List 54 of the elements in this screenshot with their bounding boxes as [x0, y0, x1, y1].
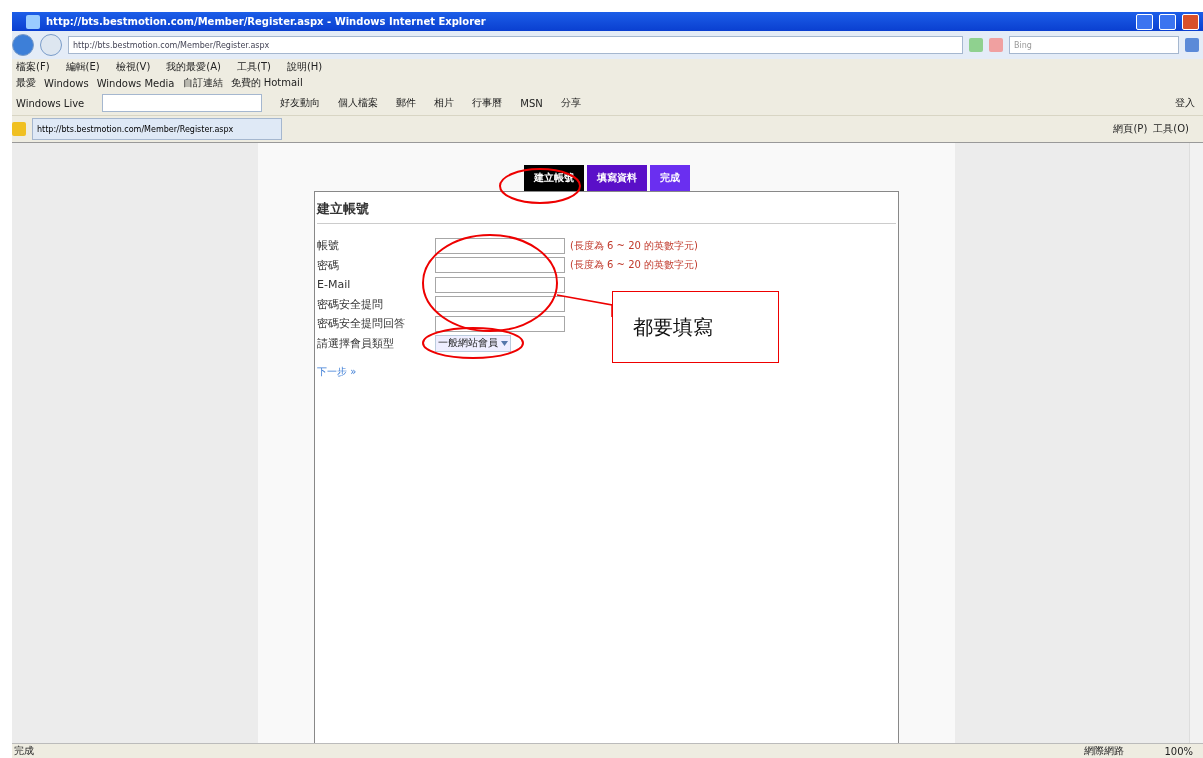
forward-button[interactable]	[40, 34, 62, 56]
menu-item[interactable]: 編輯(E)	[65, 60, 100, 74]
browser-tab[interactable]: http://bts.bestmotion.com/Member/Register.aspx	[32, 118, 282, 140]
toolbar-brand: Windows Live	[16, 97, 85, 109]
favorite-link[interactable]: 免費的 Hotmail	[230, 76, 303, 90]
maximize-button[interactable]	[1159, 13, 1176, 30]
favorites-label: 最愛	[16, 76, 36, 90]
zone-label: 網際網路	[1084, 744, 1125, 758]
menu-item[interactable]: 檢視(V)	[115, 60, 151, 74]
command-button[interactable]: 工具(O)	[1153, 122, 1189, 136]
menu-item[interactable]: 說明(H)	[286, 60, 323, 74]
toolbar-item[interactable]: 行事曆	[472, 96, 503, 110]
menu-item[interactable]: 檔案(F)	[16, 60, 50, 74]
menu-item[interactable]: 工具(T)	[237, 60, 271, 74]
field-label: 請選擇會員類型	[317, 335, 395, 351]
input-field[interactable]	[435, 296, 565, 313]
dropdown-arrow-icon	[501, 340, 508, 346]
field-hint: (長度為 6 ~ 20 的英數字元)	[570, 258, 698, 273]
step-tab[interactable]: 填寫資料	[586, 165, 647, 191]
status-text: 完成	[14, 744, 34, 758]
minimize-button[interactable]	[1136, 13, 1153, 30]
toolbar-item[interactable]: 郵件	[396, 96, 417, 110]
form-heading: 建立帳號	[317, 200, 896, 224]
command-button[interactable]: 網頁(P)	[1113, 122, 1148, 136]
favorite-link[interactable]: Windows Media	[96, 77, 175, 89]
step-tab[interactable]: 完成	[649, 165, 690, 191]
address-field[interactable]: http://bts.bestmotion.com/Member/Register.aspx	[68, 36, 963, 54]
close-button[interactable]	[1182, 13, 1199, 30]
toolbar-item[interactable]: 相片	[434, 96, 455, 110]
sign-in-link[interactable]: 登入	[1175, 96, 1195, 110]
zoom-level[interactable]: 100%	[1164, 745, 1193, 757]
input-field[interactable]	[435, 237, 565, 254]
favorite-link[interactable]: 自訂連結	[182, 76, 223, 90]
back-button[interactable]	[12, 34, 34, 56]
callout-note: 都要填寫	[612, 291, 779, 363]
toolbar-search-field[interactable]	[102, 94, 263, 112]
favorite-link[interactable]: Windows	[44, 77, 89, 89]
field-label: E-Mail	[317, 278, 352, 292]
field-label: 密碼	[317, 257, 340, 273]
field-hint: (長度為 6 ~ 20 的英數字元)	[570, 238, 698, 253]
field-label: 密碼安全提問回答	[317, 316, 406, 332]
field-label: 密碼安全提問	[317, 296, 384, 312]
toolbar-item[interactable]: 個人檔案	[338, 96, 379, 110]
member-type-select[interactable]: 一般網站會員	[435, 334, 511, 352]
toolbar-item[interactable]: 好友動向	[280, 96, 321, 110]
menu-item[interactable]: 我的最愛(A)	[166, 60, 221, 74]
field-label: 帳號	[317, 238, 340, 254]
next-link[interactable]: 下一步 »	[317, 365, 357, 379]
leader-line	[556, 294, 613, 318]
window-title: http://bts.bestmotion.com/Member/Register.aspx - Windows Internet Explorer	[46, 16, 487, 27]
toolbar-item[interactable]: 分享	[560, 96, 581, 110]
password-field[interactable]	[435, 257, 565, 274]
toolbar-item[interactable]: MSN	[520, 97, 543, 109]
input-field[interactable]	[435, 276, 565, 293]
